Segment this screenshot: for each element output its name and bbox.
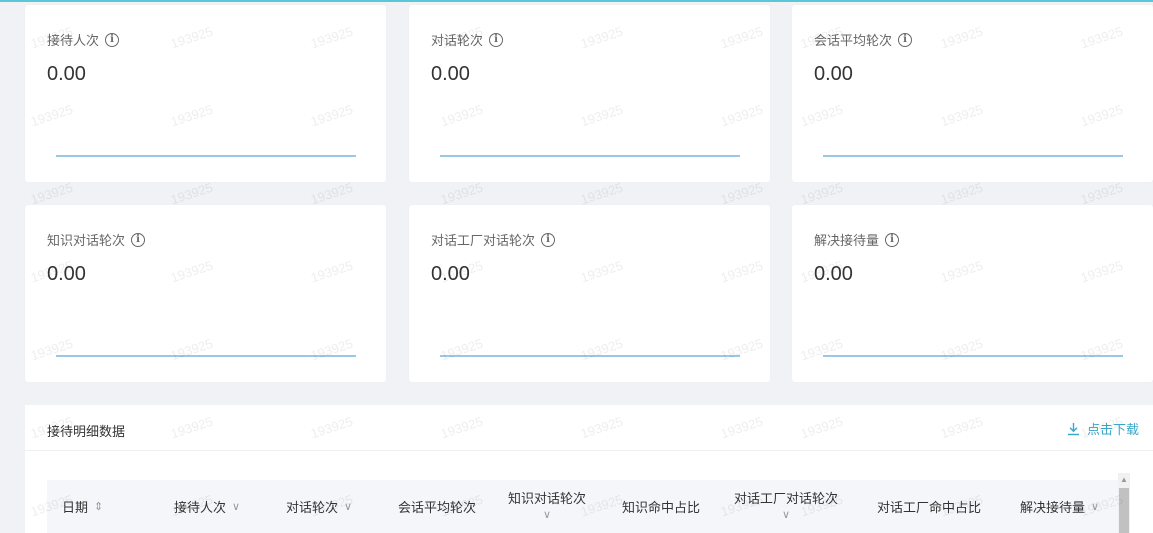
watermark-text: 193925	[578, 179, 625, 208]
metric-label: 对话轮次	[431, 33, 484, 48]
col-factory-rounds[interactable]: 对话工厂对话轮次 ∨	[734, 480, 838, 533]
watermark-text: 193925	[438, 179, 485, 208]
download-button[interactable]: 点击下载	[1067, 419, 1139, 438]
metric-value: 0.00	[814, 263, 853, 285]
col-knowledge-rounds[interactable]: 知识对话轮次 ∨	[508, 480, 586, 533]
metric-label: 对话工厂对话轮次	[431, 233, 536, 248]
metric-card-knowledge-rounds: 知识对话轮次 i 0.00	[25, 205, 386, 382]
col-avg-rounds[interactable]: 会话平均轮次	[398, 480, 476, 533]
sparkline	[823, 155, 1123, 157]
scroll-up-icon[interactable]: ▲	[1118, 473, 1130, 487]
metric-card-factory-rounds: 对话工厂对话轮次 i 0.00	[409, 205, 770, 382]
info-icon[interactable]: i	[105, 32, 120, 47]
chevron-down-icon[interactable]: ∨	[1091, 500, 1099, 513]
col-factory-hit-ratio[interactable]: 对话工厂命中占比	[877, 480, 981, 533]
chevron-down-icon[interactable]: ∨	[543, 507, 551, 524]
watermark-text: 193925	[718, 179, 765, 208]
chevron-down-icon[interactable]: ∨	[782, 507, 790, 524]
metric-card-reception: 接待人次 i 0.00	[25, 5, 386, 182]
col-dialog-rounds[interactable]: 对话轮次 ∨	[286, 480, 352, 533]
watermark-text: 193925	[1078, 179, 1125, 208]
metric-card-resolved: 解决接待量 i 0.00	[792, 205, 1153, 382]
info-icon[interactable]: i	[885, 232, 900, 247]
sparkline	[56, 355, 356, 357]
watermark-text: 193925	[798, 179, 845, 208]
metric-card-dialog-rounds: 对话轮次 i 0.00	[409, 5, 770, 182]
metric-label: 知识对话轮次	[47, 233, 126, 248]
info-icon[interactable]: i	[898, 32, 913, 47]
chevron-down-icon[interactable]: ∨	[344, 500, 352, 513]
sparkline	[56, 155, 356, 157]
sparkline	[440, 155, 740, 157]
watermark-text: 193925	[938, 179, 985, 208]
metric-value: 0.00	[814, 63, 853, 85]
sort-icon[interactable]: ⇕	[94, 500, 103, 513]
sparkline	[823, 355, 1123, 357]
col-reception[interactable]: 接待人次 ∨	[174, 480, 240, 533]
metric-card-avg-rounds: 会话平均轮次 i 0.00	[792, 5, 1153, 182]
info-icon[interactable]: i	[489, 32, 504, 47]
watermark-text: 193925	[28, 179, 75, 208]
col-knowledge-hit-ratio[interactable]: 知识命中占比	[622, 480, 700, 533]
download-label: 点击下载	[1086, 422, 1139, 437]
info-icon[interactable]: i	[541, 232, 556, 247]
top-accent-bar	[0, 0, 1153, 2]
metric-value: 0.00	[431, 263, 470, 285]
info-icon[interactable]: i	[131, 232, 146, 247]
watermark-text: 193925	[168, 179, 215, 208]
metric-value: 0.00	[431, 63, 470, 85]
scroll-thumb[interactable]	[1119, 488, 1129, 533]
detail-panel: 接待明细数据 点击下载 日期 ⇕ 接待人次 ∨ 对话轮次 ∨ 会话平均轮次 知识…	[25, 405, 1153, 533]
metric-value: 0.00	[47, 263, 86, 285]
detail-header: 接待明细数据 点击下载	[25, 405, 1153, 451]
metric-label: 接待人次	[47, 33, 100, 48]
metric-label: 解决接待量	[814, 233, 880, 248]
table-header: 日期 ⇕ 接待人次 ∨ 对话轮次 ∨ 会话平均轮次 知识对话轮次 ∨ 知识命中占…	[47, 480, 1119, 533]
sparkline	[440, 355, 740, 357]
watermark-text: 193925	[308, 179, 355, 208]
vertical-scrollbar[interactable]: ▲	[1118, 473, 1130, 533]
chevron-down-icon[interactable]: ∨	[232, 500, 240, 513]
download-icon	[1067, 422, 1079, 435]
col-date[interactable]: 日期 ⇕	[62, 480, 103, 533]
metric-value: 0.00	[47, 63, 86, 85]
detail-title: 接待明细数据	[47, 424, 126, 439]
col-resolved[interactable]: 解决接待量 ∨	[1020, 480, 1099, 533]
metric-label: 会话平均轮次	[814, 33, 893, 48]
